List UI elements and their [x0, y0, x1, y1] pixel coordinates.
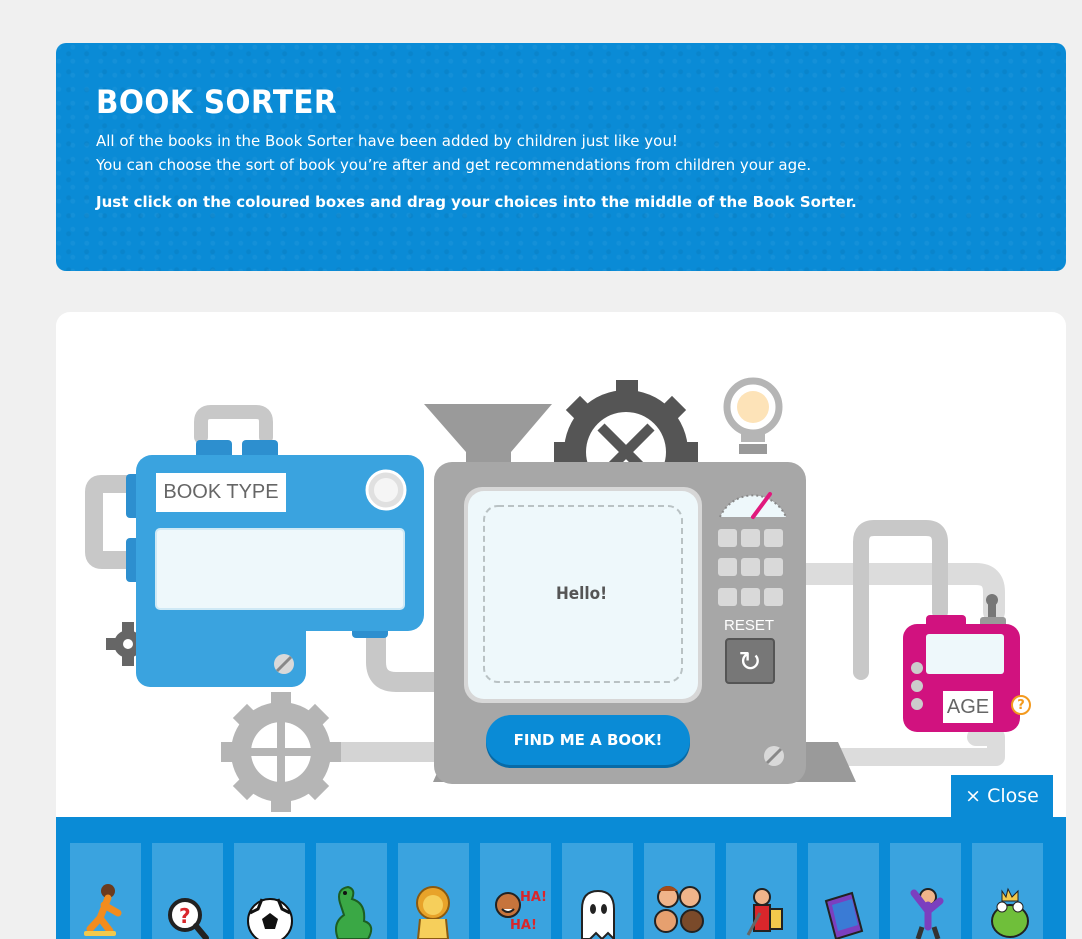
tile-animals[interactable] — [398, 843, 469, 939]
book-sorter-machine: BOOK TYPE Hello! FIND ME A BOOK! RESET ↻… — [56, 312, 1066, 832]
children-group-icon — [654, 886, 704, 933]
tile-friends[interactable] — [644, 843, 715, 939]
intro-panel: BOOK SORTER All of the books in the Book… — [56, 43, 1066, 271]
page-title: BOOK SORTER — [96, 83, 338, 121]
choice-tiles: ? HA! HA! — [70, 843, 1043, 939]
book-icon — [824, 891, 864, 939]
tile-fairy-tales[interactable] — [972, 843, 1043, 939]
tile-history[interactable] — [726, 843, 797, 939]
reset-label: RESET — [724, 617, 775, 634]
football-icon — [247, 898, 293, 939]
svg-text:HA!: HA! — [510, 918, 537, 933]
tile-science-fiction[interactable] — [890, 843, 961, 939]
choice-tray: ? HA! HA! — [56, 817, 1066, 939]
reset-button[interactable]: ↻ — [725, 638, 775, 684]
reset-icon: ↻ — [738, 644, 762, 678]
intro-line-2: You can choose the sort of book you’re a… — [96, 156, 812, 174]
tile-spooky[interactable] — [562, 843, 633, 939]
close-tray-button[interactable]: × Close — [951, 775, 1053, 817]
sorter-screen-text: Hello! — [556, 584, 608, 604]
magnifier-question-icon: ? — [168, 898, 209, 939]
tile-mystery[interactable]: ? — [152, 843, 223, 939]
intro-line-1: All of the books in the Book Sorter have… — [96, 132, 678, 150]
book-type-label: BOOK TYPE — [156, 473, 286, 512]
tile-fantasy[interactable] — [316, 843, 387, 939]
age-help-icon[interactable]: ? — [1011, 695, 1031, 715]
age-label: AGE — [943, 691, 993, 723]
svg-text:?: ? — [179, 904, 191, 928]
find-me-a-book-button[interactable]: FIND ME A BOOK! — [486, 715, 690, 765]
tile-adventure[interactable] — [70, 843, 141, 939]
frog-prince-icon — [991, 887, 1029, 938]
ghost-icon — [581, 889, 615, 939]
gear-icon — [221, 692, 341, 812]
tile-sport[interactable] — [234, 843, 305, 939]
skateboarder-icon — [84, 884, 122, 936]
instruction-text: Just click on the coloured boxes and dra… — [96, 193, 857, 211]
dragon-icon — [335, 885, 373, 939]
laughing-child-icon: HA! HA! — [495, 890, 547, 933]
tile-funny[interactable]: HA! HA! — [480, 843, 551, 939]
lion-icon — [416, 886, 450, 939]
svg-text:HA!: HA! — [520, 890, 547, 905]
knight-icon — [746, 888, 783, 936]
robot-man-icon — [910, 888, 944, 939]
tile-school[interactable] — [808, 843, 879, 939]
